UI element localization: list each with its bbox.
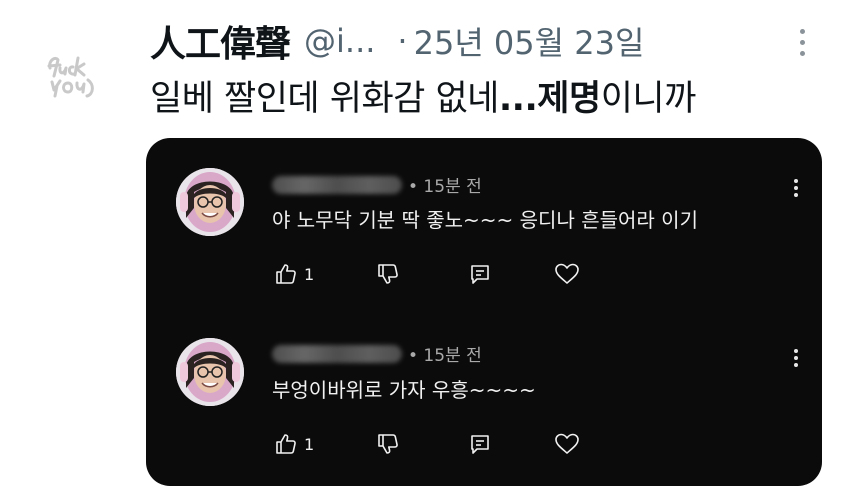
dislike-button[interactable] — [376, 432, 400, 456]
attached-comments-image[interactable]: • 15분 전 야 노무닥 기분 딱 좋노~~~ 응디나 흔들어라 이기 1 •… — [146, 138, 822, 486]
more-vertical-icon[interactable] — [790, 176, 802, 200]
author-name-blurred — [272, 175, 402, 194]
reply-icon — [471, 435, 489, 454]
thumb-down-icon — [378, 264, 399, 284]
tweet-date[interactable]: 25년 05월 23일 — [414, 18, 645, 64]
profile-avatar[interactable] — [38, 42, 104, 108]
tweet-text-after: 이니까 — [600, 79, 697, 119]
comment-item: • 15분 전 부엉이바위로 가자 우흥~~~~ 1 — [146, 308, 822, 478]
author-name-blurred — [272, 344, 402, 363]
tweet-text-before: 일베 짤인데 위화감 없네 — [150, 79, 499, 119]
user-handle[interactable]: @i... — [304, 22, 375, 60]
thumb-up-icon — [276, 434, 296, 454]
more-vertical-icon[interactable] — [792, 22, 812, 62]
comment-time: • 15분 전 — [408, 346, 482, 366]
comment-meta: • 15분 전 — [272, 172, 482, 197]
like-button[interactable]: 1 — [274, 262, 314, 286]
comment-actions: 1 — [274, 262, 580, 286]
more-vertical-icon[interactable] — [790, 346, 802, 370]
like-count: 1 — [304, 434, 315, 454]
like-count: 1 — [304, 264, 315, 284]
comment-text: 부엉이바위로 가자 우흥~~~~ — [272, 378, 536, 402]
separator-dot: · — [397, 22, 408, 60]
heart-button[interactable] — [554, 432, 580, 456]
comment-item: • 15분 전 야 노무닥 기분 딱 좋노~~~ 응디나 흔들어라 이기 1 — [146, 138, 822, 308]
display-name[interactable]: 人工偉聲 — [150, 15, 291, 67]
like-button[interactable]: 1 — [274, 432, 314, 456]
commenter-avatar[interactable] — [176, 168, 244, 236]
reply-icon — [471, 265, 489, 284]
heart-button[interactable] — [554, 262, 580, 286]
tweet-text-bold: 제명 — [537, 79, 601, 119]
comment-text: 야 노무닥 기분 딱 좋노~~~ 응디나 흔들어라 이기 — [272, 208, 698, 232]
commenter-avatar[interactable] — [176, 338, 244, 406]
dislike-button[interactable] — [376, 262, 400, 286]
thumb-down-icon — [378, 434, 399, 454]
tweet-text-ellipsis: ... — [498, 79, 538, 119]
comment-time: • 15분 전 — [408, 177, 482, 197]
thumb-up-icon — [276, 264, 296, 284]
heart-icon — [555, 263, 579, 284]
reply-button[interactable] — [468, 432, 492, 456]
tweet-text: 일베 짤인데 위화감 없네...제명이니까 — [150, 70, 696, 121]
heart-icon — [555, 433, 579, 454]
comment-meta: • 15분 전 — [272, 341, 482, 366]
fuck-you-logo — [47, 56, 94, 98]
comment-actions: 1 — [274, 432, 580, 456]
tweet-header: 人工偉聲 @i... · 25년 05월 23일 — [150, 16, 644, 66]
reply-button[interactable] — [468, 262, 492, 286]
